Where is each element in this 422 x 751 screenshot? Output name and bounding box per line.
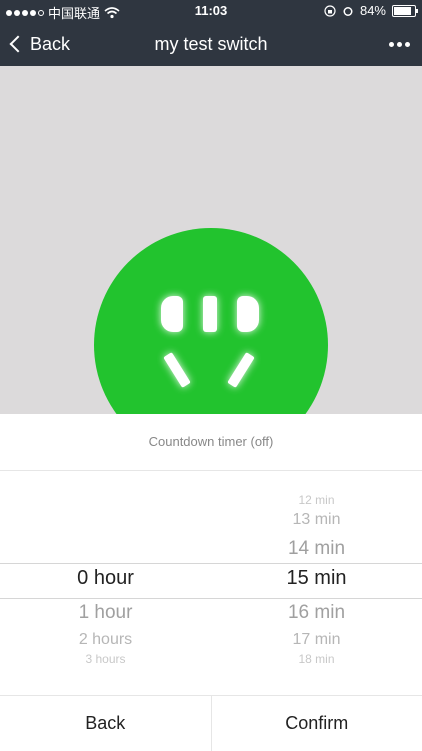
alarm-icon: [342, 5, 354, 17]
minute-option[interactable]: 14 min: [211, 538, 422, 560]
hour-option[interactable]: 3 hours: [0, 652, 211, 666]
rotation-lock-icon: [324, 5, 336, 17]
confirm-button[interactable]: Confirm: [211, 696, 422, 751]
nav-bar: Back my test switch: [0, 22, 422, 66]
minute-option-selected[interactable]: 15 min: [211, 567, 422, 590]
plug-socket-icon[interactable]: [94, 228, 328, 414]
countdown-picker[interactable]: 0 hour 1 hour 2 hours 3 hours 12 min 13 …: [0, 471, 422, 691]
hour-option[interactable]: 0 hour: [0, 567, 211, 590]
hour-option[interactable]: 1 hour: [0, 602, 211, 624]
hour-wheel[interactable]: 0 hour 1 hour 2 hours 3 hours: [0, 471, 211, 691]
minute-option[interactable]: 12 min: [211, 493, 422, 507]
minute-option[interactable]: 18 min: [211, 652, 422, 666]
page-title: my test switch: [0, 22, 422, 66]
status-bar: 中国联通 11:03 84%: [0, 0, 422, 22]
hour-option[interactable]: 2 hours: [0, 631, 211, 649]
sheet-title: Countdown timer (off): [0, 414, 422, 471]
status-right: 84%: [324, 3, 416, 18]
more-icon: [389, 42, 394, 47]
minute-option[interactable]: 13 min: [211, 511, 422, 529]
minute-option[interactable]: 17 min: [211, 631, 422, 649]
minute-wheel[interactable]: 12 min 13 min 14 min 15 min 16 min 17 mi…: [211, 471, 422, 691]
more-menu-button[interactable]: [389, 22, 410, 66]
battery-icon: [392, 5, 416, 17]
battery-percent: 84%: [360, 3, 386, 18]
sheet-back-button[interactable]: Back: [0, 696, 211, 751]
minute-option[interactable]: 16 min: [211, 602, 422, 624]
sheet-footer: Back Confirm: [0, 695, 422, 751]
device-area: [0, 66, 422, 414]
